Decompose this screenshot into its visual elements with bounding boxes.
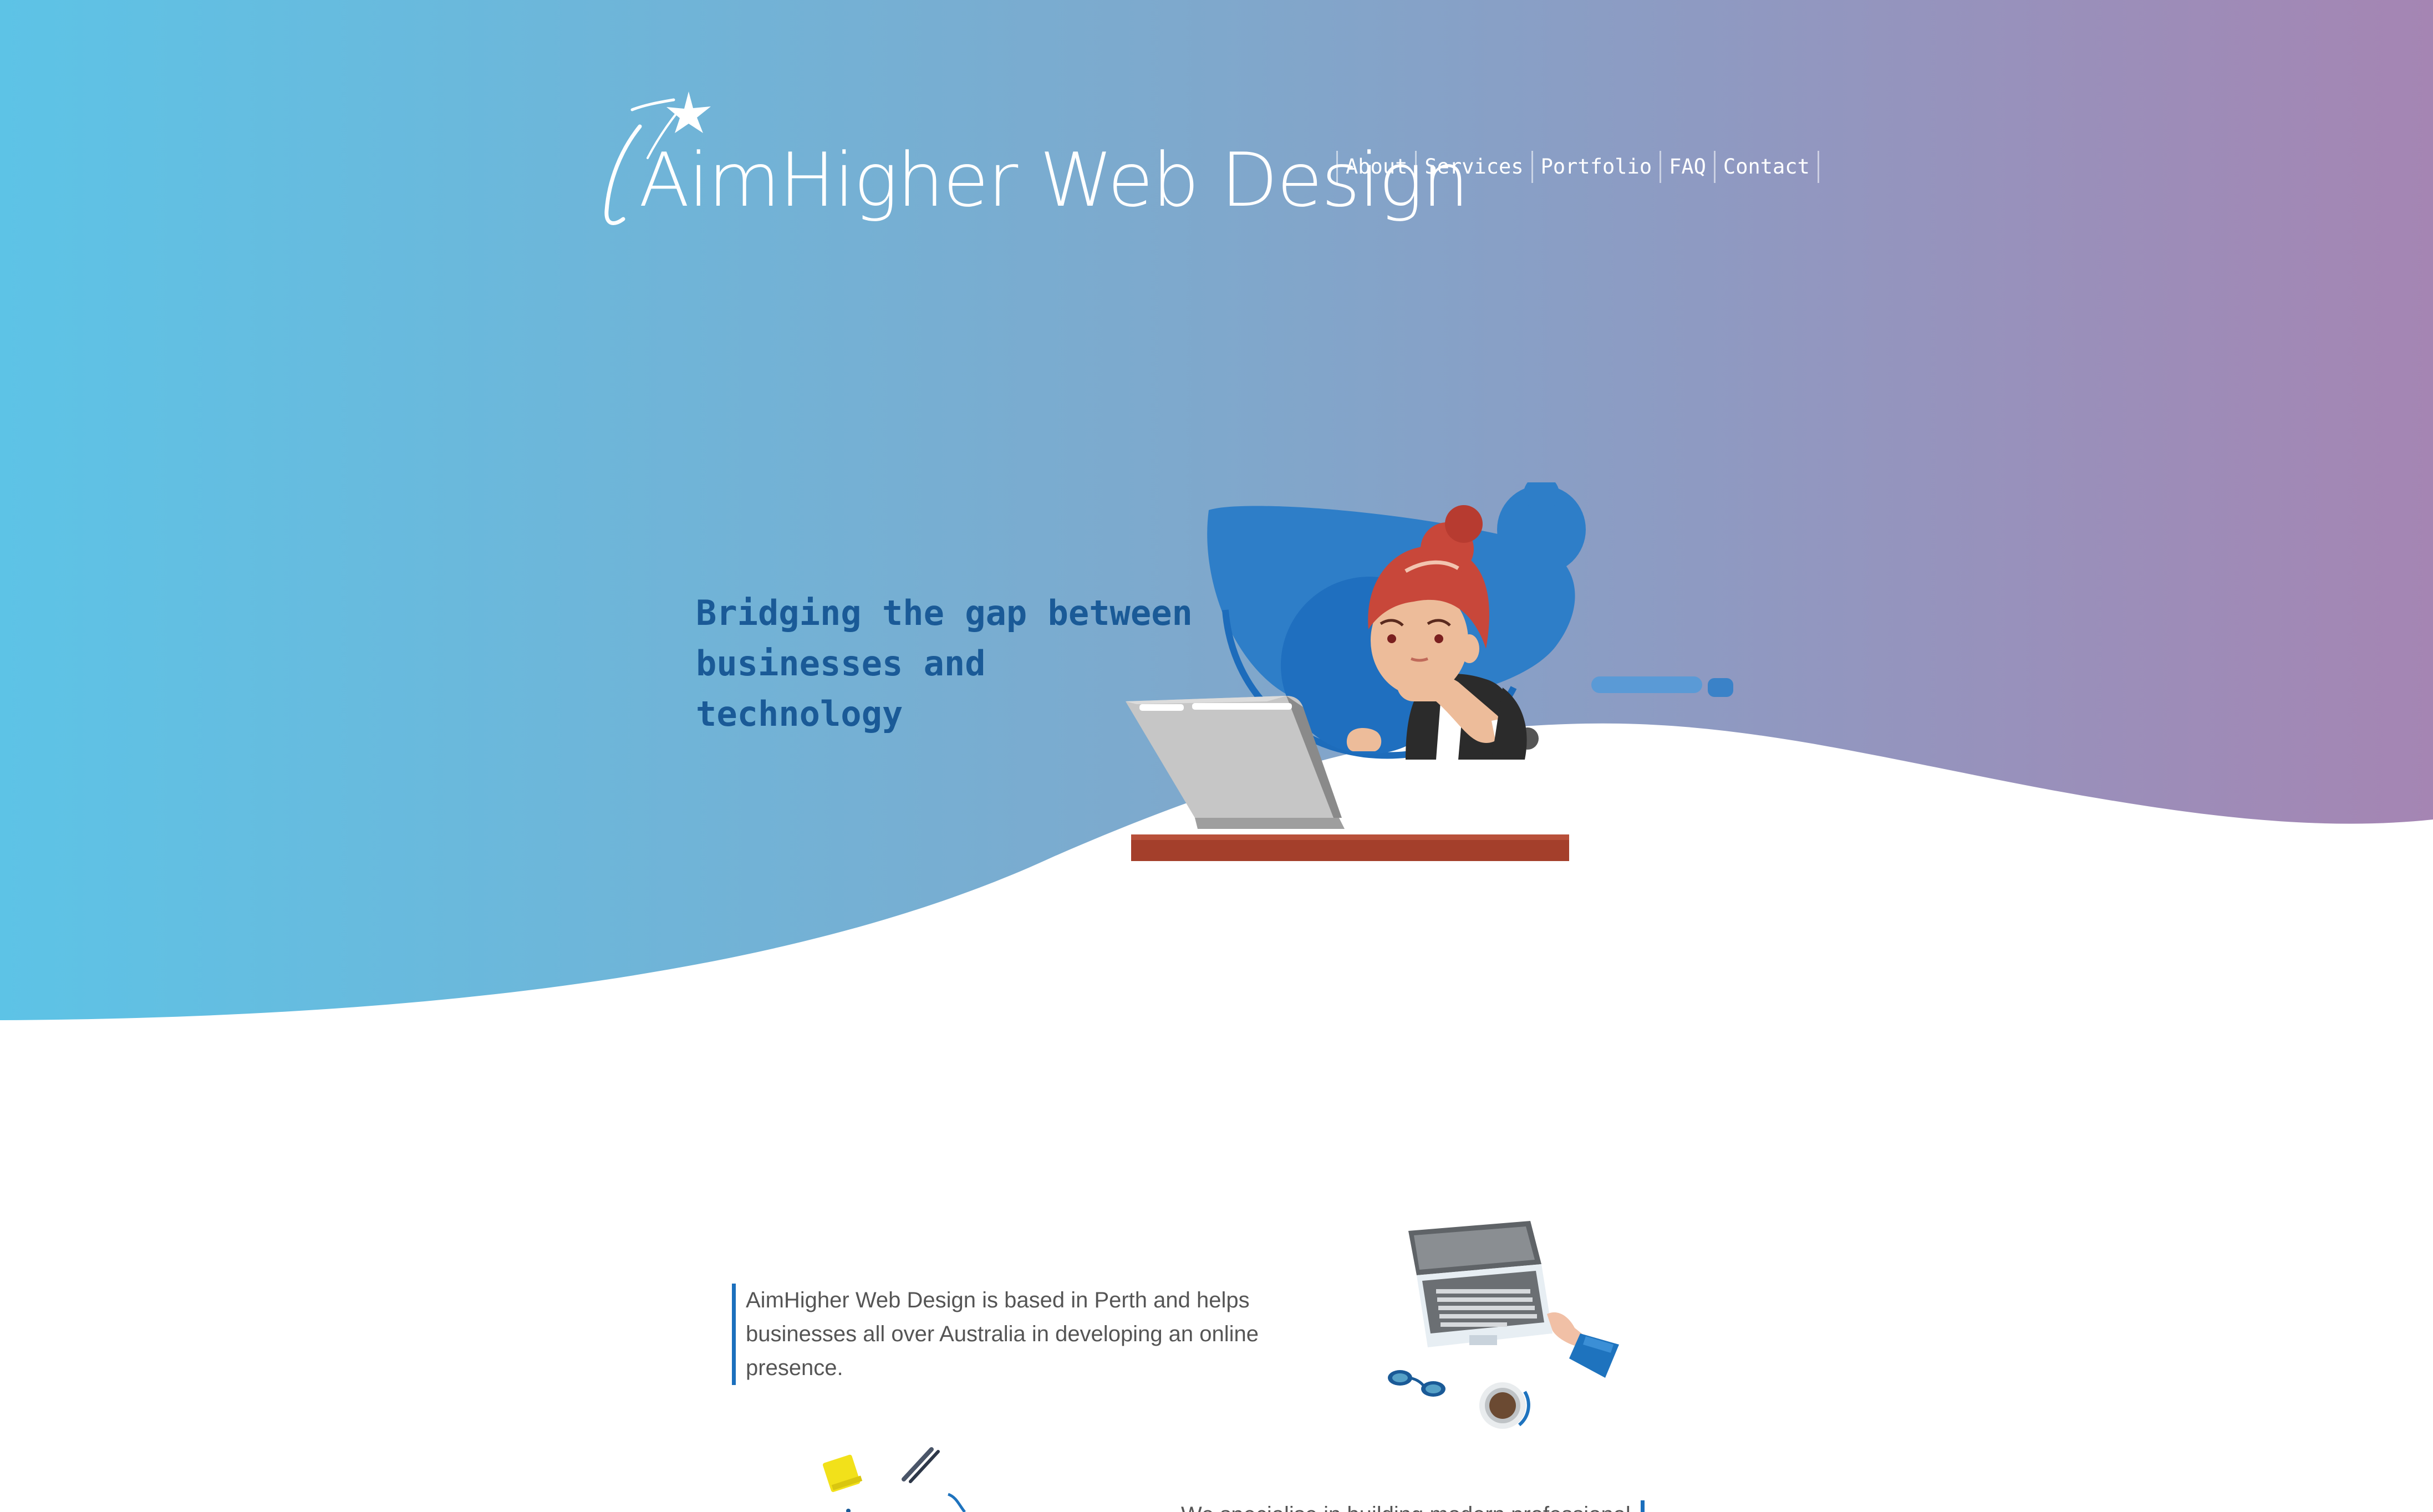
services-intro-peek: We specialise in building modern profess… bbox=[1181, 1500, 1691, 1512]
nav-contact[interactable]: Contact bbox=[1713, 151, 1819, 183]
services-intro-text: We specialise in building modern profess… bbox=[1181, 1500, 1645, 1512]
laptop-desk-topview-illustration bbox=[1388, 1221, 1619, 1429]
nav-about[interactable]: About bbox=[1336, 151, 1415, 183]
hero-section: AimHigher Web Design About Services Port… bbox=[0, 0, 2433, 1026]
woman-at-laptop-illustration bbox=[1126, 482, 1733, 861]
nav-faq[interactable]: FAQ bbox=[1660, 151, 1714, 183]
stationery-illustration bbox=[823, 1447, 966, 1512]
nav-portfolio[interactable]: Portfolio bbox=[1531, 151, 1660, 183]
about-intro-text: AimHigher Web Design is based in Perth a… bbox=[732, 1284, 1300, 1385]
main-nav: About Services Portfolio FAQ Contact bbox=[1336, 150, 1819, 184]
nav-services[interactable]: Services bbox=[1415, 151, 1531, 183]
site-logo[interactable]: AimHigher Web Design bbox=[604, 78, 1469, 238]
